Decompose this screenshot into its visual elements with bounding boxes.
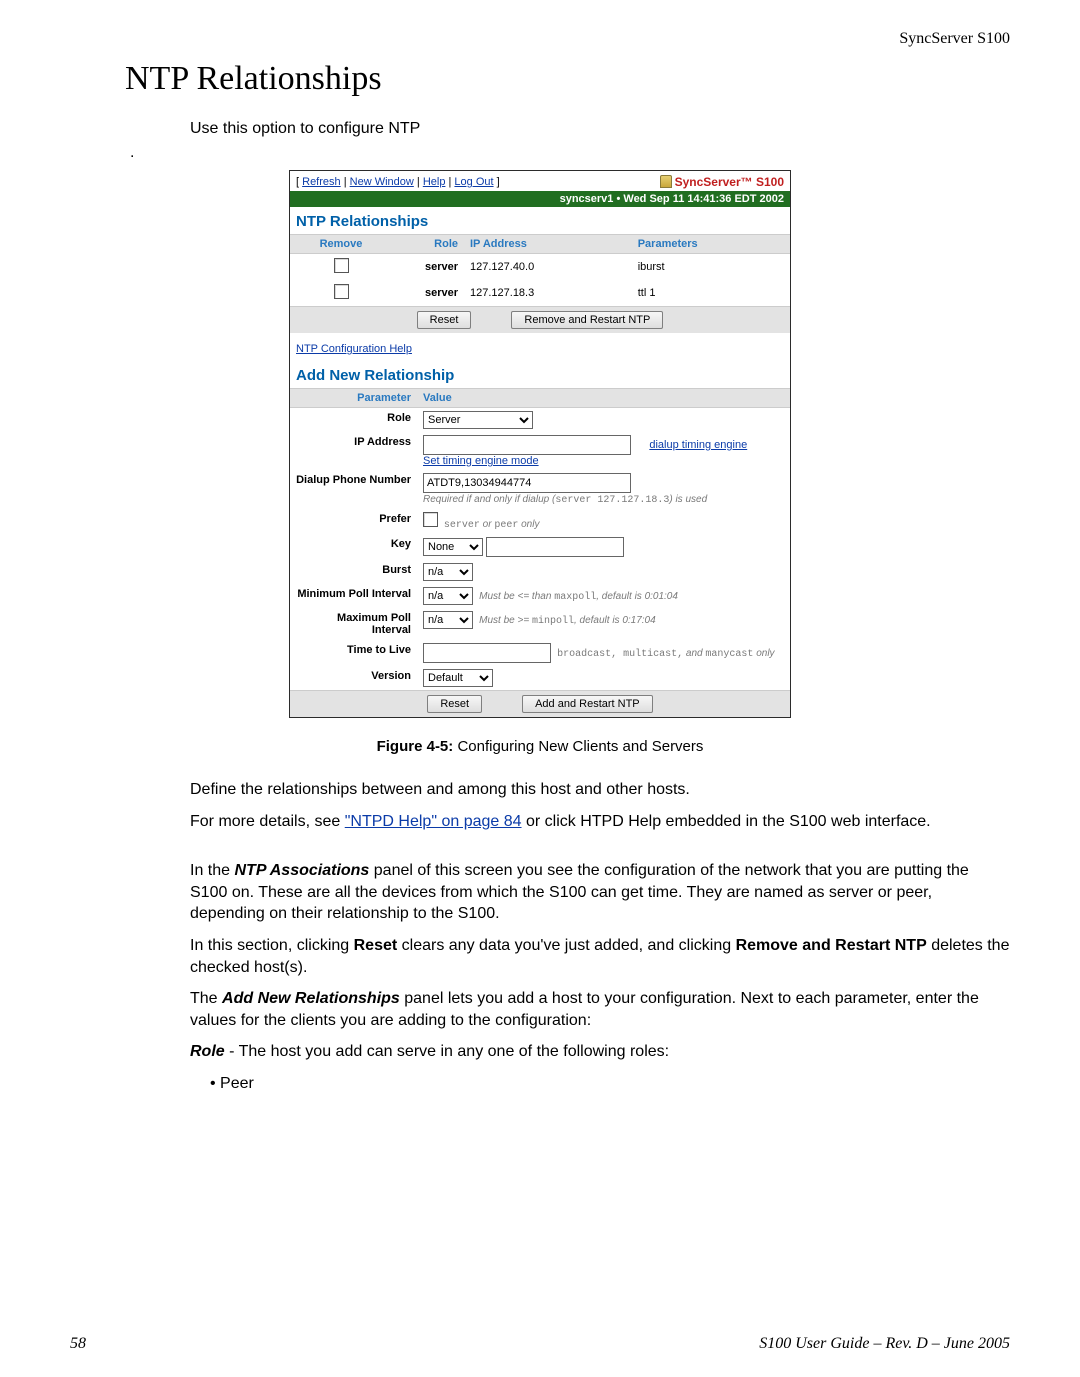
maxpoll-hint: Must be >= minpoll, default is 0:17:04 <box>479 615 656 626</box>
para-3: In the NTP Associations panel of this sc… <box>190 860 1010 925</box>
label-prefer: Prefer <box>290 509 417 534</box>
figure-caption: Figure 4-5: Configuring New Clients and … <box>70 738 1010 755</box>
topbar-links: [ Refresh | New Window | Help | Log Out … <box>296 176 500 188</box>
col-remove: Remove <box>290 235 392 254</box>
label-minpoll: Minimum Poll Interval <box>290 584 417 608</box>
intro-text: Use this option to configure NTP <box>190 120 1010 138</box>
table-row: server 127.127.40.0 iburst <box>290 254 790 281</box>
row-ip: 127.127.40.0 <box>464 254 632 281</box>
label-ip: IP Address <box>290 432 417 470</box>
ntp-config-help-link[interactable]: NTP Configuration Help <box>296 343 412 355</box>
ntpd-help-xref-link[interactable]: "NTPD Help" on page 84 <box>345 813 522 830</box>
label-key: Key <box>290 534 417 560</box>
minpoll-select[interactable]: n/a <box>423 587 473 605</box>
prefer-checkbox[interactable] <box>423 512 438 527</box>
stray-period: . <box>130 144 1010 162</box>
footer-right: S100 User Guide – Rev. D – June 2005 <box>759 1335 1010 1353</box>
col-params: Parameters <box>632 235 790 254</box>
row-ip: 127.127.18.3 <box>464 280 632 306</box>
row-params: ttl 1 <box>632 280 790 306</box>
remove-checkbox[interactable] <box>334 284 349 299</box>
dialup-timing-engine-link[interactable]: dialup timing engine <box>649 439 747 451</box>
label-ttl: Time to Live <box>290 640 417 666</box>
link-help[interactable]: Help <box>423 176 446 188</box>
para-1: Define the relationships between and amo… <box>190 779 1010 801</box>
set-timing-engine-mode-link[interactable]: Set timing engine mode <box>423 455 539 467</box>
para-2: For more details, see "NTPD Help" on pag… <box>190 811 1010 833</box>
version-select[interactable]: Default <box>423 669 493 687</box>
para-5: The Add New Relationships panel lets you… <box>190 988 1010 1031</box>
key-input[interactable] <box>486 537 624 557</box>
para-6: Role - The host you add can serve in any… <box>190 1041 1010 1063</box>
ttl-hint: broadcast, multicast, and manycast only <box>557 648 774 659</box>
ip-address-input[interactable] <box>423 435 631 455</box>
remove-restart-ntp-button[interactable]: Remove and Restart NTP <box>511 311 663 329</box>
role-select[interactable]: Server <box>423 411 533 429</box>
row-role: server <box>392 280 464 306</box>
label-version: Version <box>290 666 417 690</box>
para-4: In this section, clicking Reset clears a… <box>190 935 1010 978</box>
header-product: SyncServer S100 <box>70 30 1010 48</box>
link-log-out[interactable]: Log Out <box>454 176 493 188</box>
section-ntp-relationships-title: NTP Relationships <box>290 207 790 234</box>
key-select[interactable]: None <box>423 538 483 556</box>
label-role: Role <box>290 408 417 433</box>
prefer-hint: server or peer only <box>441 519 539 530</box>
page-title: NTP Relationships <box>125 60 1010 98</box>
add-restart-ntp-button[interactable]: Add and Restart NTP <box>522 695 653 713</box>
col-parameter: Parameter <box>290 389 417 408</box>
row-params: iburst <box>632 254 790 281</box>
col-ip: IP Address <box>464 235 632 254</box>
status-bar: syncserv1 • Wed Sep 11 14:41:36 EDT 2002 <box>290 191 790 207</box>
label-maxpoll: Maximum Poll Interval <box>290 608 417 640</box>
brand-text: SyncServer™ S100 <box>675 175 784 189</box>
maxpoll-select[interactable]: n/a <box>423 611 473 629</box>
section-add-relationship-title: Add New Relationship <box>290 361 790 388</box>
brand-label: SyncServer™ S100 <box>660 175 784 189</box>
col-role: Role <box>392 235 464 254</box>
link-new-window[interactable]: New Window <box>350 176 414 188</box>
reset-button[interactable]: Reset <box>417 311 472 329</box>
ntp-relationships-table: Remove Role IP Address Parameters server… <box>290 234 790 306</box>
list-item: Peer <box>210 1073 1010 1095</box>
table-row: server 127.127.18.3 ttl 1 <box>290 280 790 306</box>
add-relationship-form: Parameter Value Role Server IP Address d… <box>290 388 790 690</box>
dialup-hint: Required if and only if dialup (server 1… <box>423 494 707 505</box>
dialup-phone-input[interactable] <box>423 473 631 493</box>
remove-checkbox[interactable] <box>334 258 349 273</box>
col-value: Value <box>417 389 790 408</box>
reset-button-2[interactable]: Reset <box>427 695 482 713</box>
page-number: 58 <box>70 1335 86 1353</box>
row-role: server <box>392 254 464 281</box>
embedded-screenshot: [ Refresh | New Window | Help | Log Out … <box>289 170 791 718</box>
burst-select[interactable]: n/a <box>423 563 473 581</box>
link-refresh[interactable]: Refresh <box>302 176 341 188</box>
label-burst: Burst <box>290 560 417 584</box>
label-dialup: Dialup Phone Number <box>290 470 417 509</box>
ttl-input[interactable] <box>423 643 551 663</box>
minpoll-hint: Must be <= than maxpoll, default is 0:01… <box>479 591 678 602</box>
lock-icon <box>660 175 672 188</box>
